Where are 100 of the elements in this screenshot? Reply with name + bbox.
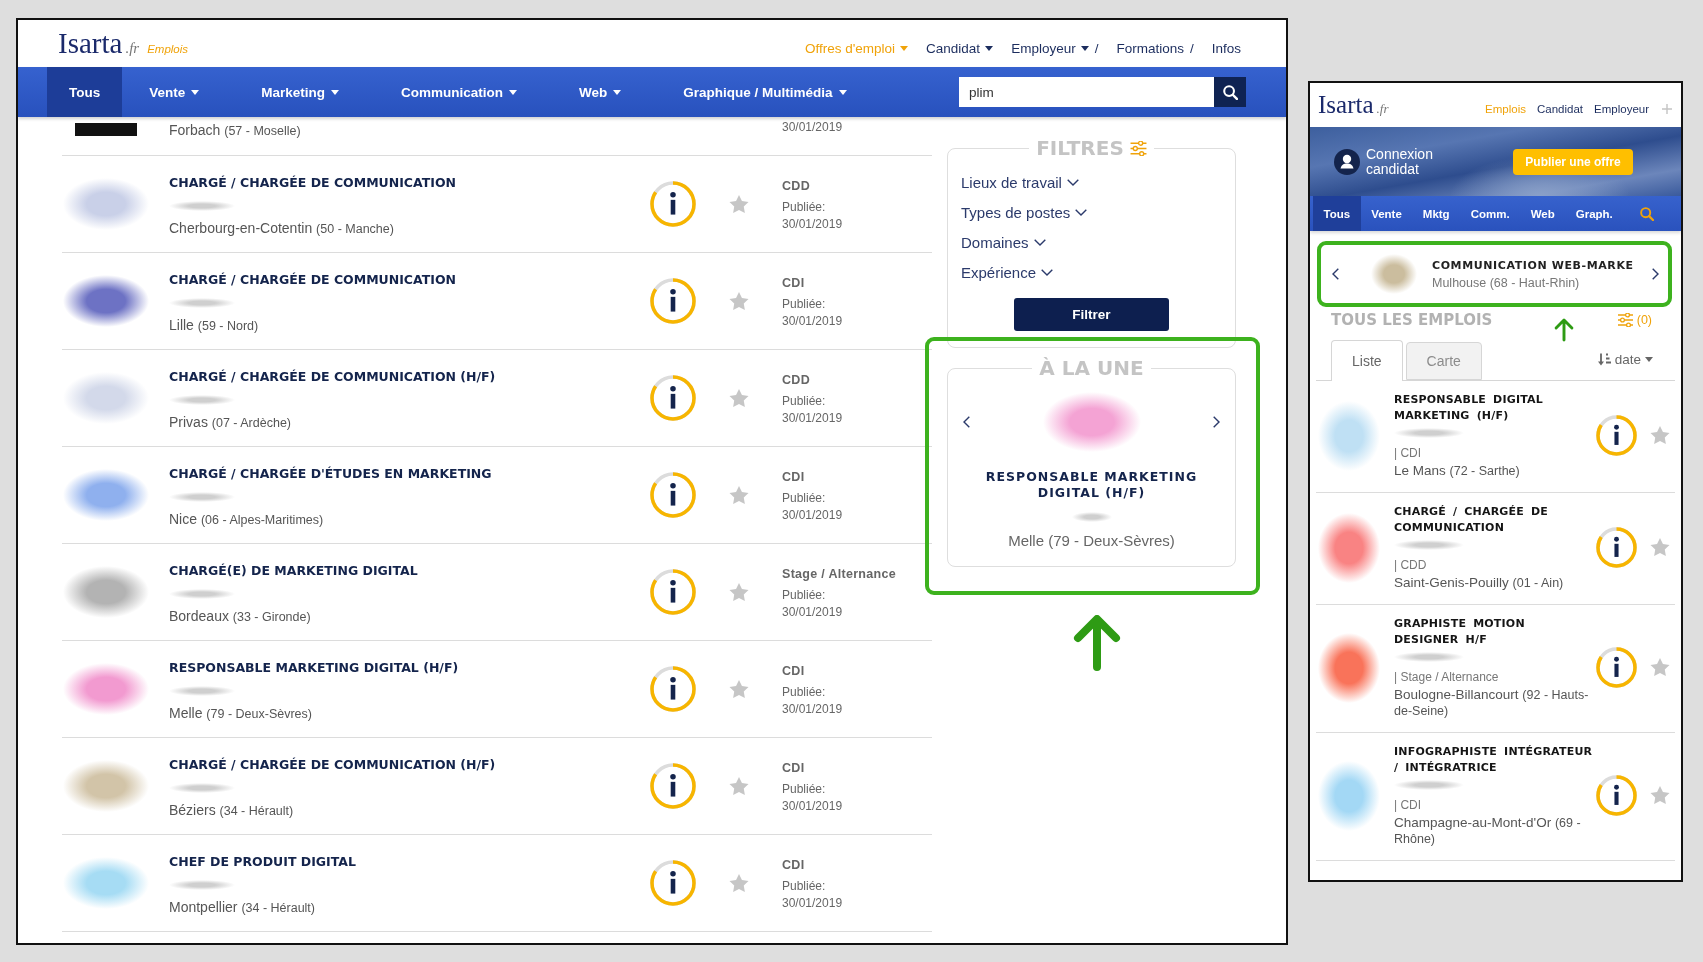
star-icon[interactable]: [1650, 538, 1670, 557]
info-icon[interactable]: [650, 278, 696, 324]
info-icon[interactable]: [650, 569, 696, 615]
filter-dropdown[interactable]: Expérience: [961, 257, 1054, 287]
info-icon[interactable]: [650, 375, 696, 421]
sort-button[interactable]: date: [1597, 352, 1653, 367]
job-title[interactable]: INFOGRAPHISTE INTÉGRATEUR / INTÉGRATRICE: [1394, 744, 1595, 775]
sort-icon: [1597, 353, 1611, 366]
info-icon[interactable]: [650, 666, 696, 712]
star-icon[interactable]: [1650, 786, 1670, 805]
logo-wordmark[interactable]: Isarta: [58, 26, 123, 60]
job-title[interactable]: RESPONSABLE DIGITAL MARKETING (H/F): [1394, 392, 1595, 423]
filter-button[interactable]: Filtrer: [1014, 298, 1169, 331]
star-icon[interactable]: [729, 873, 749, 893]
next-button[interactable]: [1652, 268, 1659, 280]
job-title[interactable]: CHARGÉ / CHARGÉE DE COMMUNICATION (H/F): [169, 753, 496, 776]
job-title[interactable]: CHEF DE PRODUIT DIGITAL: [169, 850, 356, 873]
info-icon[interactable]: [650, 181, 696, 227]
published-date: 30/01/2019: [782, 895, 843, 912]
info-icon[interactable]: [1596, 527, 1637, 568]
info-icon[interactable]: [1596, 775, 1637, 816]
contract-type: CDI: [782, 275, 805, 292]
category-tab[interactable]: Web: [1520, 196, 1566, 231]
nav-link[interactable]: Infos: [1211, 41, 1241, 56]
star-icon[interactable]: [729, 388, 749, 408]
category-tab[interactable]: Vente: [1360, 196, 1413, 231]
filter-dropdown[interactable]: Types de postes: [961, 197, 1088, 227]
star-icon[interactable]: [1650, 426, 1670, 445]
nav-link[interactable]: Employeur: [1011, 41, 1089, 56]
info-icon[interactable]: [1596, 415, 1637, 456]
user-icon[interactable]: [1334, 148, 1360, 175]
published-date: 30/01/2019: [782, 701, 843, 718]
filter-dropdown[interactable]: Lieux de travail: [961, 167, 1079, 197]
job-title[interactable]: GRAPHISTE MOTION DESIGNER H/F: [1394, 616, 1595, 647]
info-icon[interactable]: [650, 860, 696, 906]
search-field[interactable]: plim: [959, 77, 1214, 107]
star-icon[interactable]: [729, 485, 749, 505]
category-tab[interactable]: Mktg: [1412, 196, 1461, 231]
job-title[interactable]: RESPONSABLE MARKETING DIGITAL (H/F): [169, 656, 459, 679]
category-tab[interactable]: Vente: [149, 67, 200, 117]
nav-link[interactable]: Candidat: [1537, 103, 1584, 115]
contract-type: CDD: [782, 372, 810, 389]
category-tab[interactable]: Web: [579, 67, 622, 117]
chevron-left-icon: [963, 416, 970, 428]
category-tab[interactable]: Tous: [1313, 196, 1361, 231]
category-tab[interactable]: Graphique / Multimédia: [683, 67, 847, 117]
login-link[interactable]: Connexion candidat: [1366, 146, 1458, 177]
nav-link[interactable]: Formations: [1116, 41, 1184, 56]
star-icon[interactable]: [729, 582, 749, 602]
category-tab[interactable]: Comm.: [1460, 196, 1521, 231]
job-location: Le Mans (72 - Sarthe): [1394, 463, 1521, 479]
search-button[interactable]: [1214, 77, 1246, 107]
view-tab[interactable]: Liste: [1331, 340, 1403, 381]
job-location: Béziers (34 - Hérault): [169, 801, 294, 820]
job-location: Privas (07 - Ardèche): [169, 413, 291, 432]
job-title[interactable]: CHARGÉ / CHARGÉE DE COMMUNICATION: [169, 268, 456, 291]
contract-type: CDI: [782, 469, 805, 486]
published-date: 30/01/2019: [782, 604, 843, 621]
info-icon[interactable]: [1596, 647, 1637, 688]
logo-tagline: Emplois: [147, 43, 189, 55]
published-date: 30/01/2019: [782, 410, 843, 427]
logo-wordmark[interactable]: Isarta: [1318, 90, 1374, 120]
info-icon[interactable]: [650, 472, 696, 518]
star-icon[interactable]: [1650, 658, 1670, 677]
contract-type: CDI: [782, 760, 805, 777]
category-tab[interactable]: Communication: [401, 67, 518, 117]
info-icon[interactable]: [650, 763, 696, 809]
next-button[interactable]: [1213, 416, 1220, 428]
published-label: Publiée:: [782, 490, 826, 507]
filter-dropdown[interactable]: Domaines: [961, 227, 1046, 257]
job-title[interactable]: RESPONSABLE MARKETING DIGITAL (H/F): [972, 469, 1211, 500]
job-title[interactable]: COMMUNICATION WEB-MARKE: [1432, 256, 1634, 274]
nav-link[interactable]: Employeur: [1594, 103, 1649, 115]
contract-type: CDI: [782, 663, 805, 680]
job-title[interactable]: CHARGÉ / CHARGÉE DE COMMUNICATION (H/F): [169, 365, 496, 388]
previous-button[interactable]: [1332, 268, 1339, 280]
star-icon[interactable]: [729, 194, 749, 214]
contract-type: | CDI: [1394, 445, 1422, 462]
category-tab[interactable]: Marketing: [261, 67, 340, 117]
job-title[interactable]: CHARGÉ(E) DE MARKETING DIGITAL: [169, 559, 418, 582]
job-location: Mulhouse (68 - Haut-Rhin): [1432, 274, 1580, 292]
category-tab[interactable]: Graph.: [1565, 196, 1624, 231]
chevron-left-icon: [1332, 268, 1339, 280]
previous-button[interactable]: [963, 416, 970, 428]
contract-type: CDD: [782, 178, 810, 195]
star-icon[interactable]: [729, 291, 749, 311]
chevron-right-icon: [1652, 268, 1659, 280]
job-location: Lille (59 - Nord): [169, 316, 259, 335]
job-title[interactable]: CHARGÉ / CHARGÉE D'ÉTUDES EN MARKETING: [169, 462, 492, 485]
nav-link[interactable]: Candidat: [926, 41, 994, 56]
search-icon[interactable]: [1640, 206, 1654, 221]
category-tab[interactable]: Tous: [47, 67, 123, 117]
arrow-up-icon: [1553, 317, 1574, 343]
job-title[interactable]: CHARGÉ / CHARGÉE DE COMMUNICATION: [169, 171, 456, 194]
job-title[interactable]: CHARGÉ / CHARGÉE DE COMMUNICATION: [1394, 504, 1595, 535]
star-icon[interactable]: [729, 776, 749, 796]
published-label: Publiée:: [782, 393, 826, 410]
published-date: 30/01/2019: [782, 216, 843, 233]
star-icon[interactable]: [729, 679, 749, 699]
contract-type: Stage / Alternance: [782, 566, 896, 583]
